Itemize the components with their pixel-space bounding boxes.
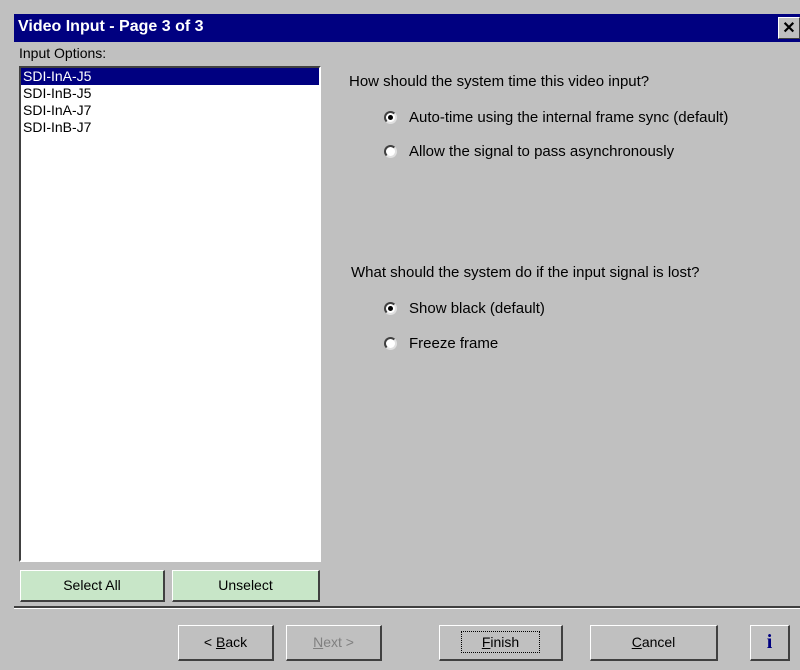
timing-question: How should the system time this video in… <box>349 73 650 90</box>
video-input-dialog: Video Input - Page 3 of 3 ✕ Input Option… <box>0 0 800 670</box>
input-options-label: Input Options: <box>19 45 107 61</box>
timing-option-auto[interactable]: Auto-time using the internal frame sync … <box>384 109 728 126</box>
signal-loss-option-freeze-label: Freeze frame <box>409 335 499 352</box>
list-item-sdi-ina-j5[interactable]: SDI-InA-J5 <box>21 68 319 85</box>
radio-unchecked-icon[interactable] <box>384 337 397 350</box>
close-button[interactable]: ✕ <box>778 17 800 39</box>
focus-rectangle: Finish <box>460 631 541 653</box>
back-button[interactable]: < Back <box>178 625 274 661</box>
signal-loss-option-black-label: Show black (default) <box>409 300 545 317</box>
timing-option-auto-label: Auto-time using the internal frame sync … <box>409 109 729 126</box>
footer-separator <box>14 606 800 609</box>
title-bar: Video Input - Page 3 of 3 ✕ <box>14 14 800 42</box>
radio-unchecked-icon[interactable] <box>384 145 397 158</box>
next-button[interactable]: Next > <box>286 625 382 661</box>
signal-loss-question: What should the system do if the input s… <box>351 264 700 281</box>
radio-checked-icon[interactable] <box>384 111 397 124</box>
window-title: Video Input - Page 3 of 3 <box>18 18 204 35</box>
unselect-button[interactable]: Unselect <box>172 570 320 602</box>
timing-option-async-label: Allow the signal to pass asynchronously <box>409 143 675 160</box>
input-options-list[interactable]: SDI-InA-J5 SDI-InB-J5 SDI-InA-J7 SDI-InB… <box>19 66 321 562</box>
finish-button[interactable]: Finish <box>439 625 563 661</box>
radio-checked-icon[interactable] <box>384 302 397 315</box>
info-button[interactable]: i <box>750 625 790 661</box>
list-item-sdi-inb-j7[interactable]: SDI-InB-J7 <box>21 119 319 136</box>
cancel-button[interactable]: Cancel <box>590 625 718 661</box>
signal-loss-option-black[interactable]: Show black (default) <box>384 300 545 317</box>
signal-loss-option-freeze[interactable]: Freeze frame <box>384 335 498 352</box>
list-item-sdi-inb-j5[interactable]: SDI-InB-J5 <box>21 85 319 102</box>
info-icon: i <box>766 631 773 653</box>
list-item-sdi-ina-j7[interactable]: SDI-InA-J7 <box>21 102 319 119</box>
timing-option-async[interactable]: Allow the signal to pass asynchronously <box>384 143 674 160</box>
select-all-button[interactable]: Select All <box>20 570 165 602</box>
close-icon: ✕ <box>782 20 796 37</box>
